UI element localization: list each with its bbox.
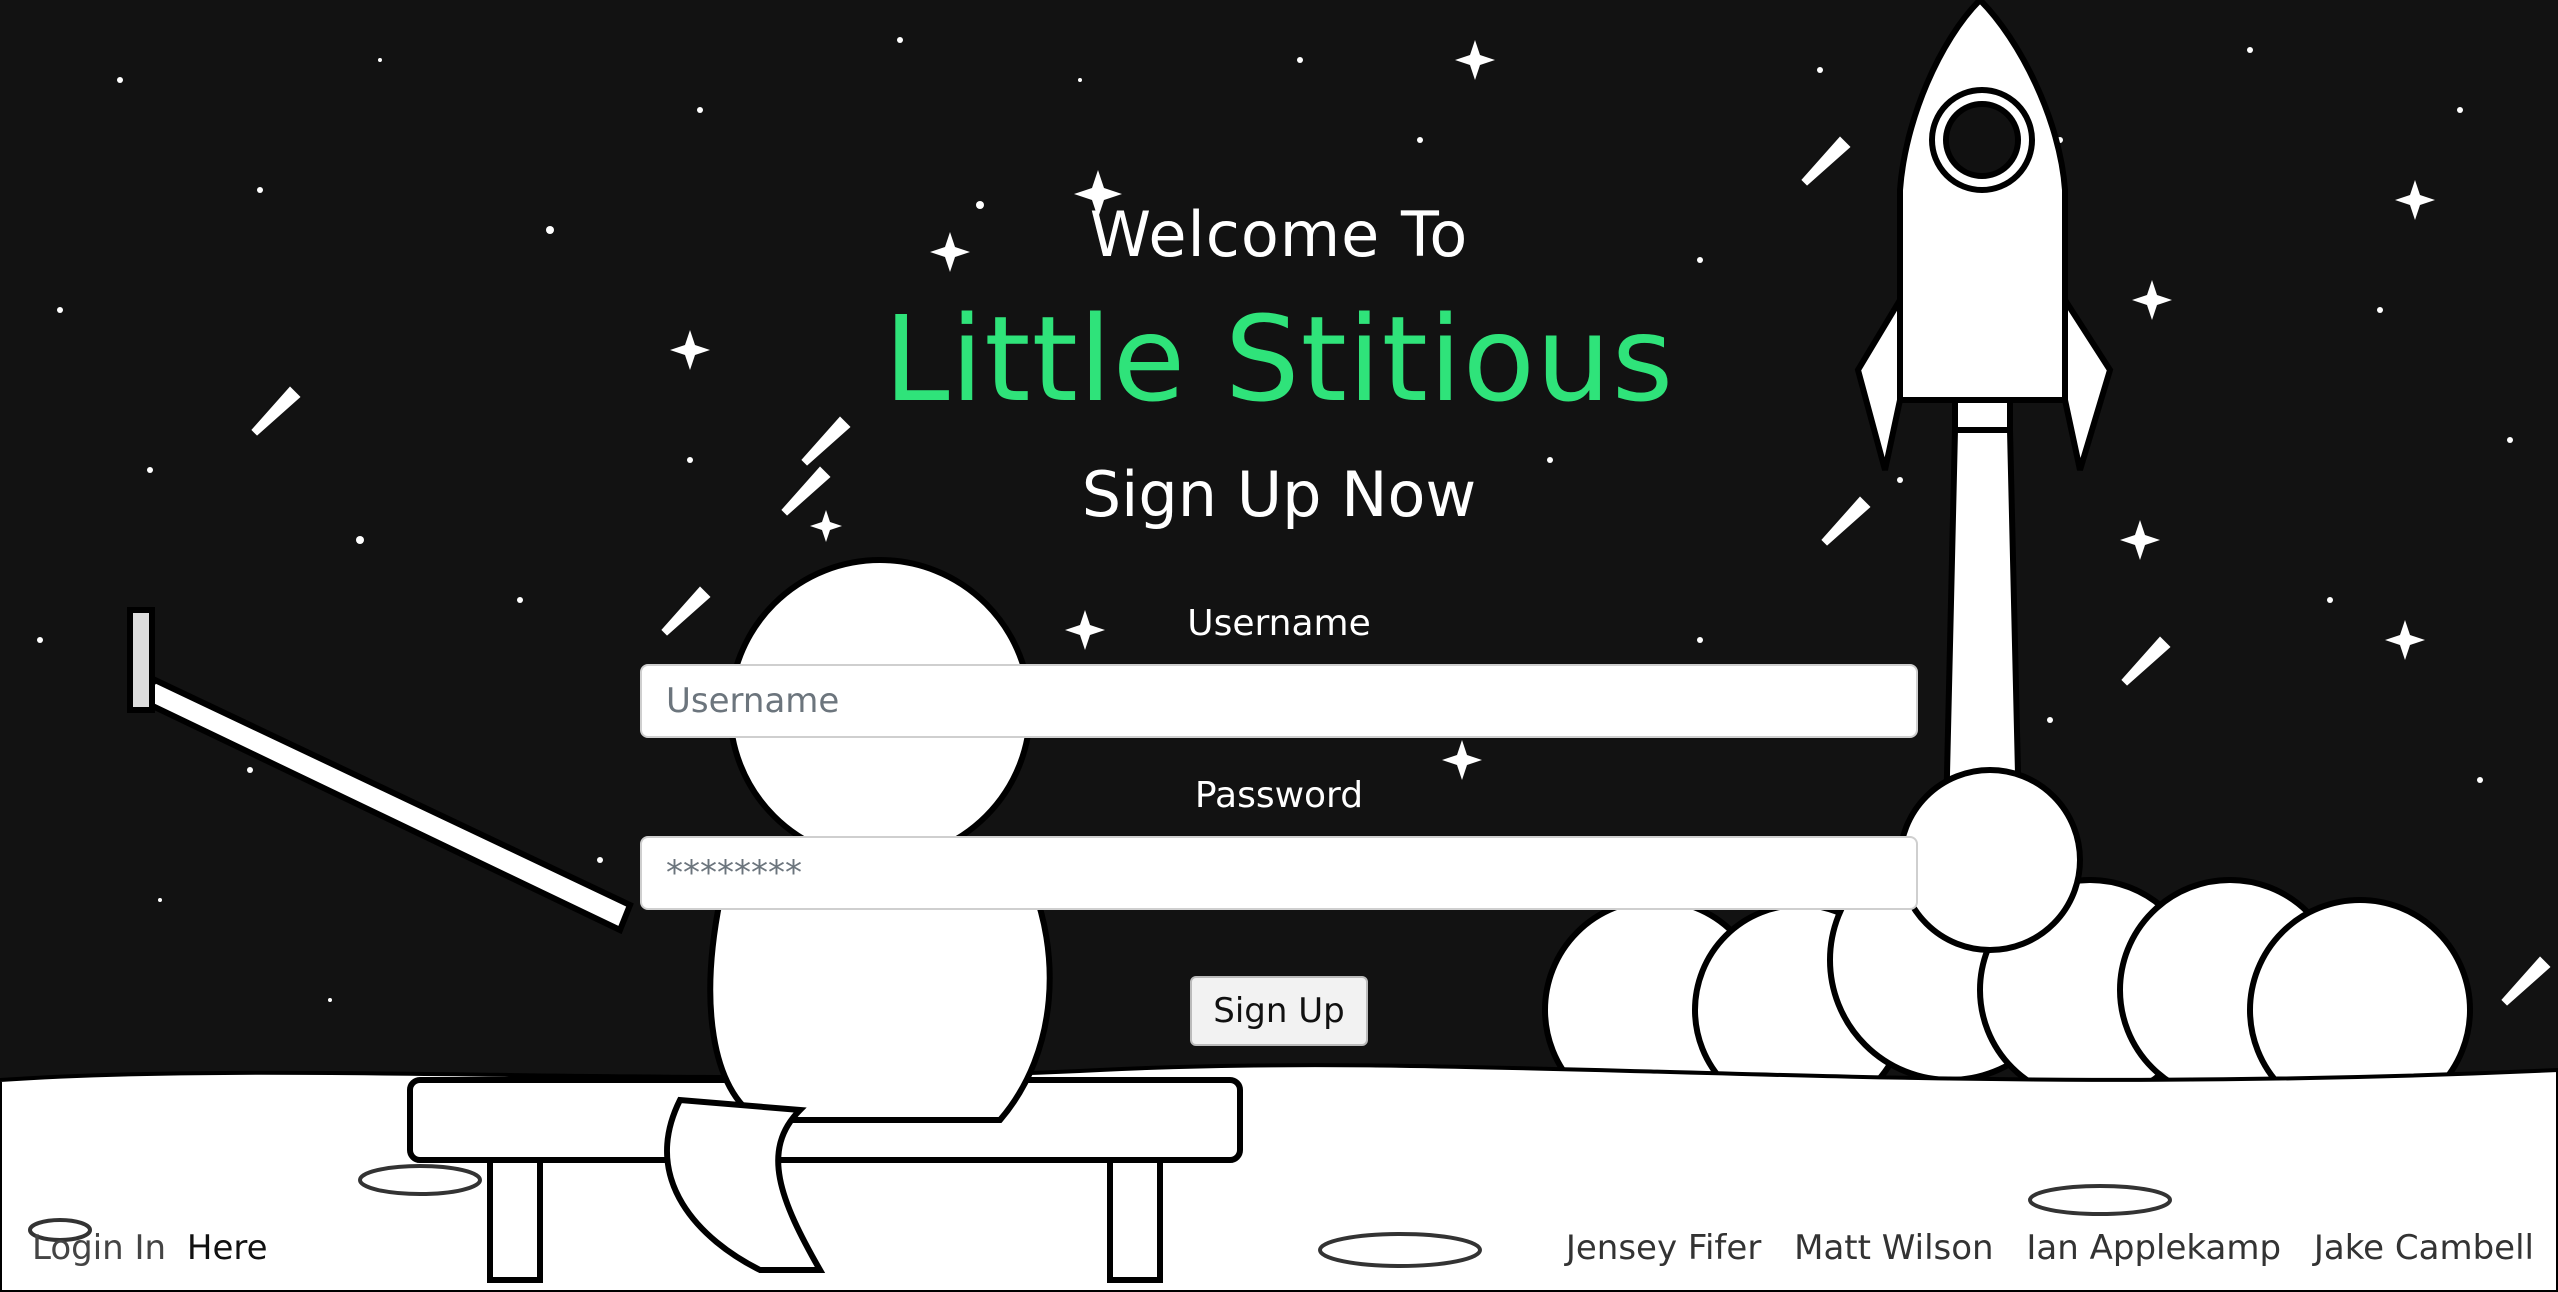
credit-name: Jensey Fifer (1565, 1228, 1762, 1268)
welcome-text: Welcome To (1089, 198, 1469, 271)
password-input[interactable] (640, 836, 1918, 910)
signup-heading: Sign Up Now (1081, 458, 1477, 531)
signup-panel: Welcome To Little Stitious Sign Up Now U… (0, 0, 2558, 1292)
username-label: Username (1187, 603, 1371, 644)
credit-name: Jake Cambell (2313, 1228, 2534, 1268)
credit-name: Ian Applekamp (2026, 1228, 2282, 1268)
login-prefix-text: Login In (32, 1228, 167, 1268)
credits: Jensey Fifer Matt Wilson Ian Applekamp J… (1544, 1228, 2534, 1268)
login-here-link[interactable]: Here (187, 1228, 268, 1268)
brand-title: Little Stitious (883, 290, 1675, 428)
signup-page: Welcome To Little Stitious Sign Up Now U… (0, 0, 2558, 1292)
password-label: Password (1194, 775, 1364, 816)
credit-name: Matt Wilson (1794, 1228, 1994, 1268)
sign-up-button[interactable]: Sign Up (1190, 976, 1368, 1046)
login-prompt: Login In Here (32, 1228, 268, 1268)
username-input[interactable] (640, 664, 1918, 738)
